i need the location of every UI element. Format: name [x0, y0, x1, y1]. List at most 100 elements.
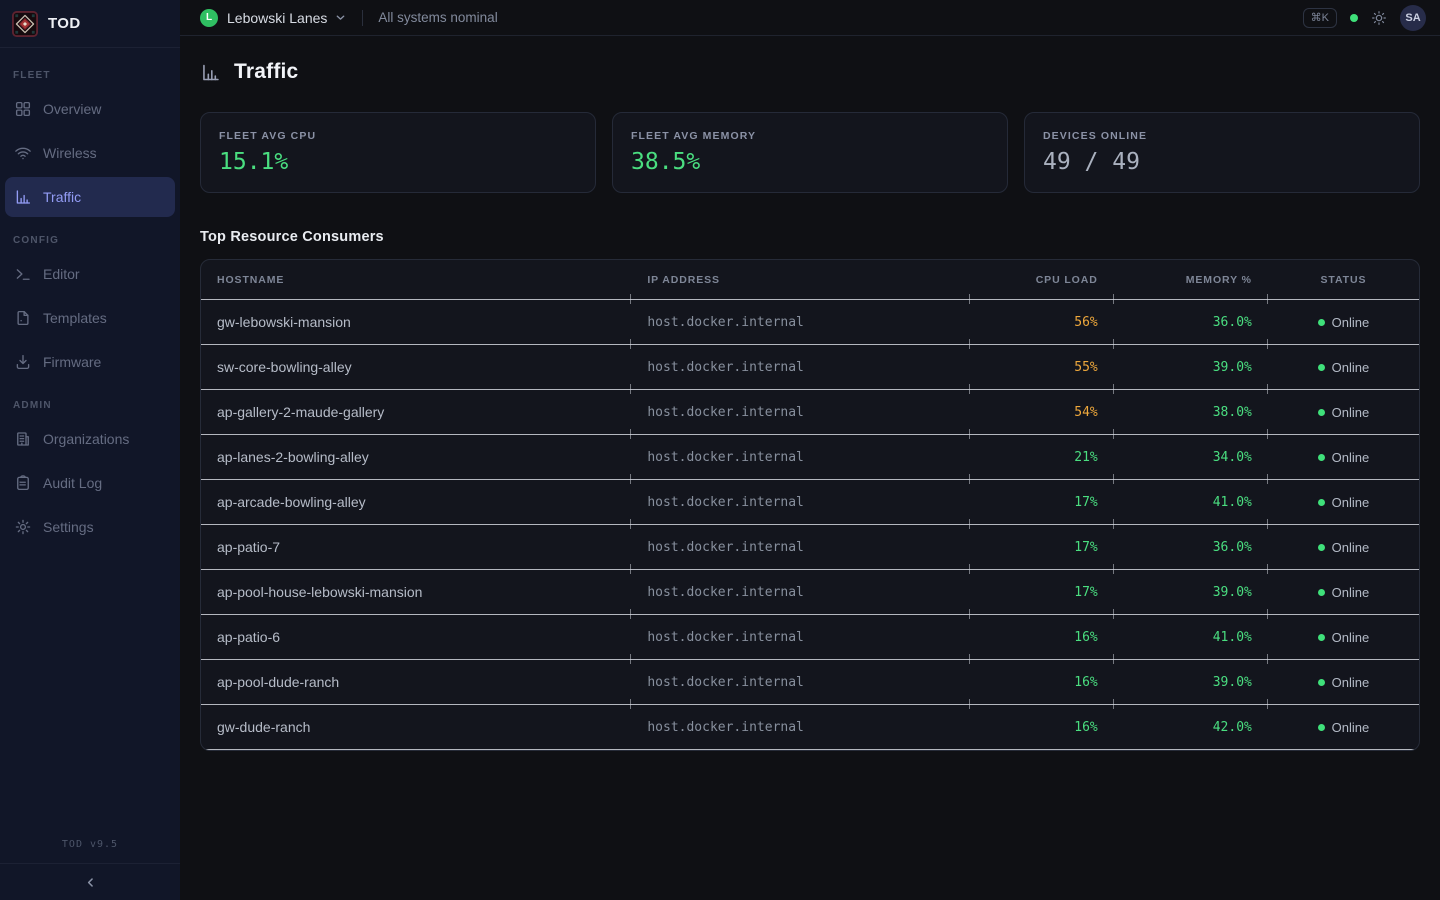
hostname-cell: ap-pool-house-lebowski-mansion: [201, 570, 631, 614]
sidebar-item-firmware[interactable]: Firmware: [5, 342, 175, 382]
column-header-hostname: HOSTNAME: [201, 260, 631, 299]
cpu-load-cell: 16%: [970, 660, 1114, 704]
online-dot: [1318, 364, 1325, 371]
online-dot: [1318, 634, 1325, 641]
download-icon: [14, 353, 32, 371]
status-cell: Online: [1268, 525, 1419, 569]
table-row[interactable]: ap-patio-7 host.docker.internal 17% 36.0…: [201, 525, 1419, 570]
clipboard-icon: [14, 474, 32, 492]
status-label: Online: [1332, 720, 1370, 735]
table-row[interactable]: ap-pool-dude-ranch host.docker.internal …: [201, 660, 1419, 705]
hostname-cell: ap-pool-dude-ranch: [201, 660, 631, 704]
org-switcher[interactable]: Lebowski Lanes: [227, 10, 327, 26]
online-dot: [1318, 724, 1325, 731]
table-row[interactable]: ap-gallery-2-maude-gallery host.docker.i…: [201, 390, 1419, 435]
app-logo-icon: [12, 11, 38, 37]
app-version: TOD v9.5: [0, 839, 180, 863]
sidebar-item-label: Organizations: [43, 431, 129, 447]
status-label: Online: [1332, 450, 1370, 465]
online-dot: [1318, 679, 1325, 686]
chevron-left-icon: [83, 875, 98, 890]
sidebar-item-label: Firmware: [43, 354, 101, 370]
sidebar: TOD FLEET Overview Wireless Traffic CONF…: [0, 0, 180, 900]
command-palette-shortcut[interactable]: ⌘K: [1303, 8, 1337, 28]
status-label: Online: [1332, 540, 1370, 555]
status-cell: Online: [1268, 570, 1419, 614]
sidebar-item-settings[interactable]: Settings: [5, 507, 175, 547]
sidebar-item-overview[interactable]: Overview: [5, 89, 175, 129]
app-logo-row: TOD: [0, 0, 180, 48]
table-title: Top Resource Consumers: [200, 229, 1420, 245]
memory-cell: 41.0%: [1114, 480, 1268, 524]
cpu-load-cell: 16%: [970, 615, 1114, 659]
sidebar-item-label: Wireless: [43, 145, 97, 161]
status-cell: Online: [1268, 615, 1419, 659]
status-cell: Online: [1268, 705, 1419, 749]
cpu-load-cell: 16%: [970, 705, 1114, 749]
column-header-status: STATUS: [1268, 260, 1419, 299]
table-row[interactable]: ap-pool-house-lebowski-mansion host.dock…: [201, 570, 1419, 615]
stat-value: 15.1%: [219, 149, 577, 175]
sidebar-item-organizations[interactable]: Organizations: [5, 419, 175, 459]
table-row[interactable]: gw-dude-ranch host.docker.internal 16% 4…: [201, 705, 1419, 750]
table-row[interactable]: gw-lebowski-mansion host.docker.internal…: [201, 300, 1419, 345]
status-label: Online: [1332, 585, 1370, 600]
memory-cell: 42.0%: [1114, 705, 1268, 749]
sidebar-item-label: Templates: [43, 310, 107, 326]
status-cell: Online: [1268, 660, 1419, 704]
status-cell: Online: [1268, 390, 1419, 434]
status-cell: Online: [1268, 345, 1419, 389]
page-title: Traffic: [234, 60, 298, 84]
cpu-load-cell: 21%: [970, 435, 1114, 479]
ip-cell: host.docker.internal: [631, 570, 969, 614]
sidebar-item-templates[interactable]: Templates: [5, 298, 175, 338]
ip-cell: host.docker.internal: [631, 345, 969, 389]
cpu-load-cell: 56%: [970, 300, 1114, 344]
sidebar-item-editor[interactable]: Editor: [5, 254, 175, 294]
hostname-cell: ap-patio-7: [201, 525, 631, 569]
status-label: Online: [1332, 630, 1370, 645]
sidebar-item-label: Editor: [43, 266, 80, 282]
system-status-text: All systems nominal: [378, 10, 497, 25]
table-row[interactable]: ap-patio-6 host.docker.internal 16% 41.0…: [201, 615, 1419, 660]
hostname-cell: ap-lanes-2-bowling-alley: [201, 435, 631, 479]
stat-card-devices-online: DEVICES ONLINE 49 / 49: [1024, 112, 1420, 193]
sidebar-item-traffic[interactable]: Traffic: [5, 177, 175, 217]
online-dot: [1318, 499, 1325, 506]
chevron-down-icon[interactable]: [334, 11, 347, 24]
stat-card-fleet-avg-cpu: FLEET AVG CPU 15.1%: [200, 112, 596, 193]
ip-cell: host.docker.internal: [631, 435, 969, 479]
stat-label: DEVICES ONLINE: [1043, 130, 1401, 142]
table-row[interactable]: ap-arcade-bowling-alley host.docker.inte…: [201, 480, 1419, 525]
table-row[interactable]: ap-lanes-2-bowling-alley host.docker.int…: [201, 435, 1419, 480]
page-content: Traffic FLEET AVG CPU 15.1% FLEET AVG ME…: [180, 36, 1440, 751]
building-icon: [14, 430, 32, 448]
bar-chart-icon: [200, 62, 221, 83]
memory-cell: 34.0%: [1114, 435, 1268, 479]
stat-label: FLEET AVG MEMORY: [631, 130, 989, 142]
column-header-ip: IP ADDRESS: [631, 260, 969, 299]
table-header-row: HOSTNAME IP ADDRESS CPU LOAD MEMORY % ST…: [201, 260, 1419, 300]
memory-cell: 39.0%: [1114, 570, 1268, 614]
online-dot: [1318, 409, 1325, 416]
stat-card-fleet-avg-memory: FLEET AVG MEMORY 38.5%: [612, 112, 1008, 193]
cpu-load-cell: 17%: [970, 480, 1114, 524]
table-row[interactable]: sw-core-bowling-alley host.docker.intern…: [201, 345, 1419, 390]
sun-icon[interactable]: [1371, 10, 1387, 26]
ip-cell: host.docker.internal: [631, 480, 969, 524]
sidebar-item-audit-log[interactable]: Audit Log: [5, 463, 175, 503]
sidebar-collapse-button[interactable]: [0, 863, 180, 900]
terminal-icon: [14, 265, 32, 283]
online-dot: [1318, 454, 1325, 461]
ip-cell: host.docker.internal: [631, 525, 969, 569]
top-resource-consumers-table: HOSTNAME IP ADDRESS CPU LOAD MEMORY % ST…: [200, 259, 1420, 751]
stat-value: 49 / 49: [1043, 149, 1401, 175]
status-label: Online: [1332, 495, 1370, 510]
topbar-divider: [362, 10, 363, 26]
status-label: Online: [1332, 315, 1370, 330]
user-avatar[interactable]: SA: [1400, 5, 1426, 31]
gear-icon: [14, 518, 32, 536]
sidebar-item-wireless[interactable]: Wireless: [5, 133, 175, 173]
cpu-load-cell: 55%: [970, 345, 1114, 389]
org-avatar: L: [200, 9, 218, 27]
